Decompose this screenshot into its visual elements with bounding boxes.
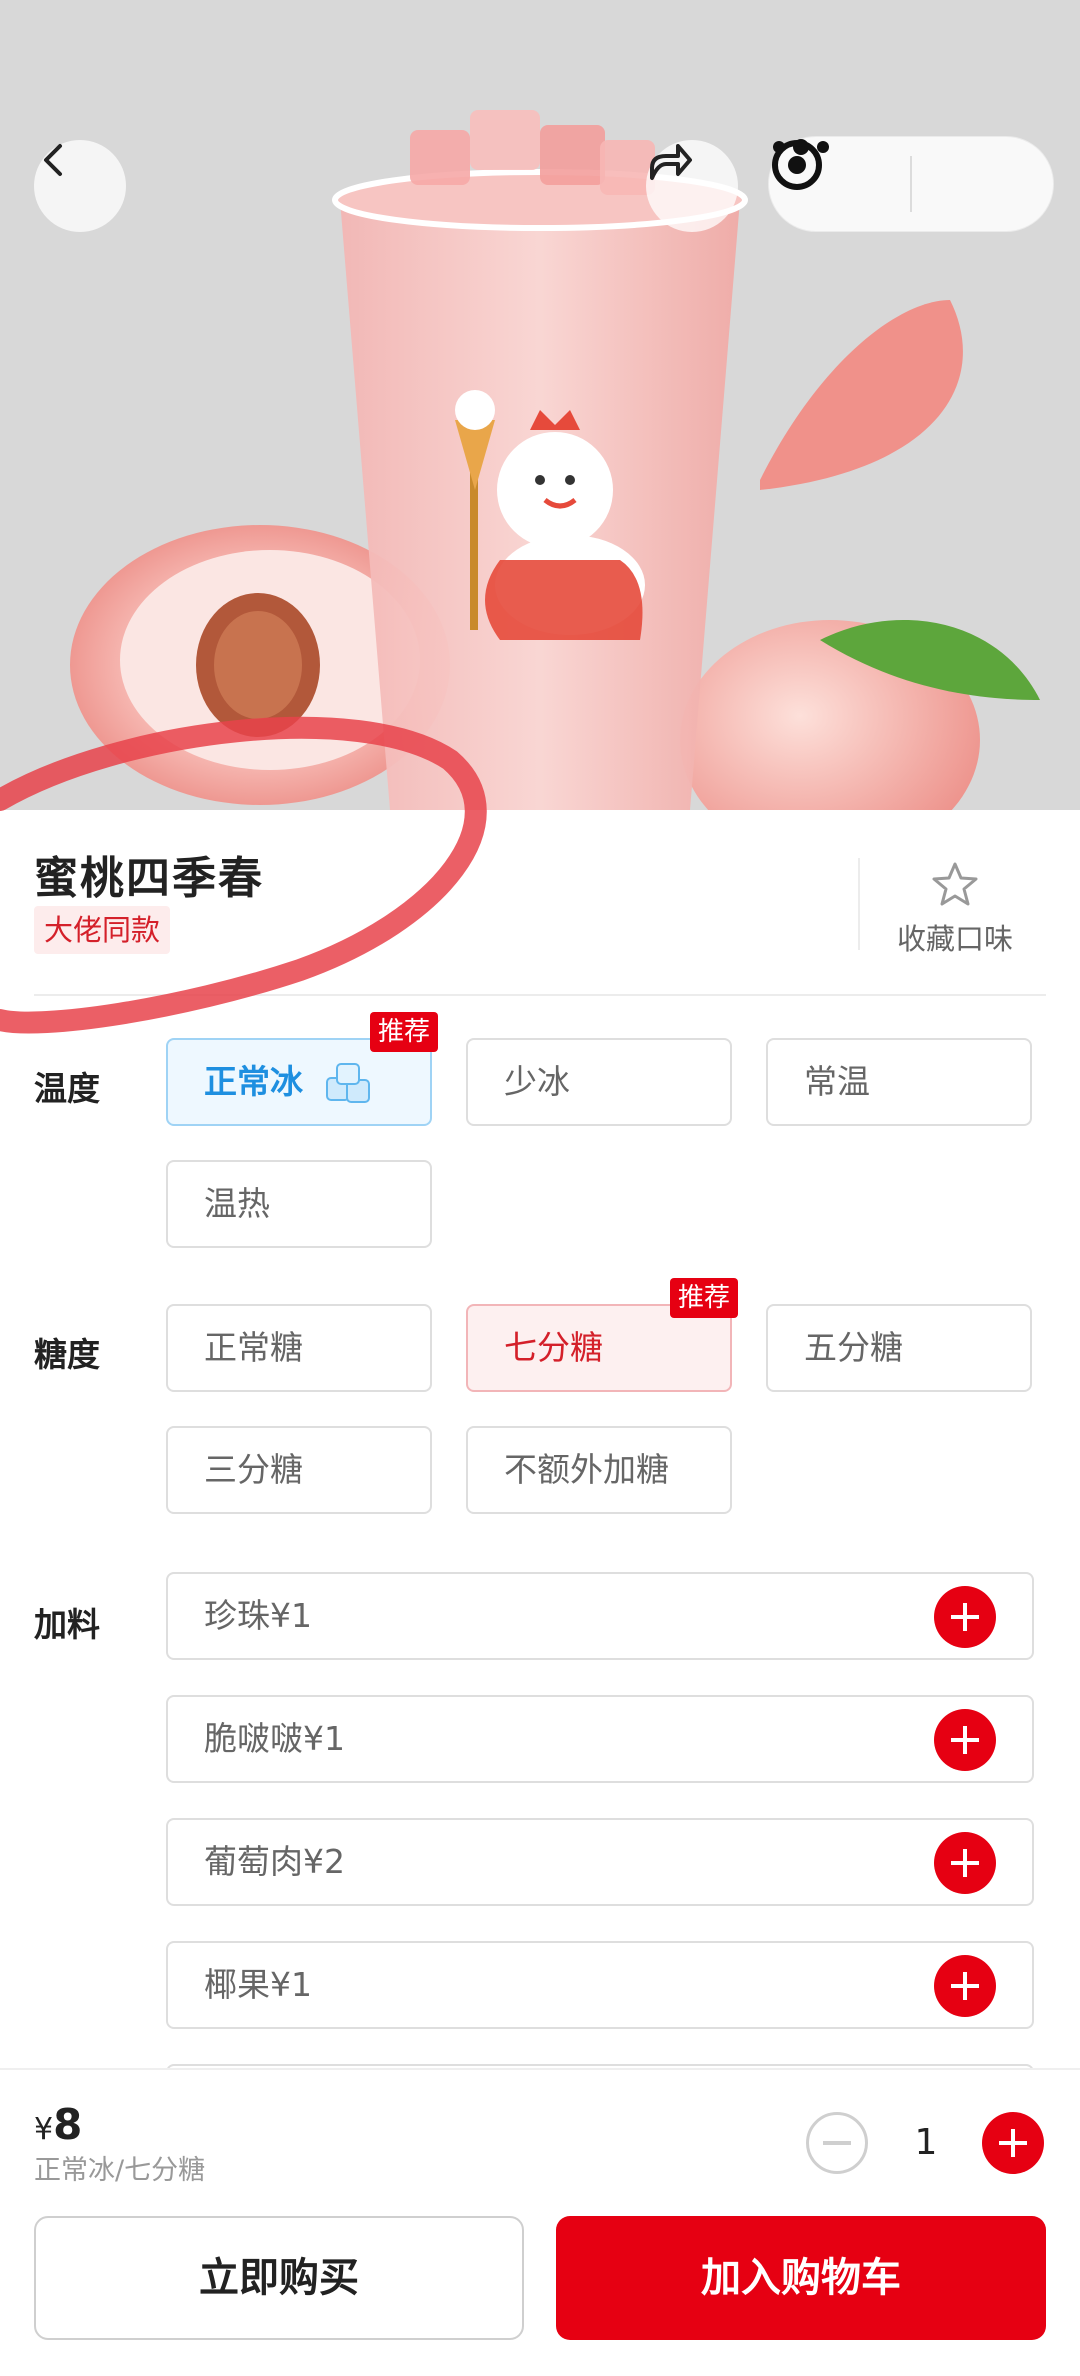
- temperature-option-normal-ice[interactable]: 正常冰 推荐: [166, 1012, 438, 1126]
- sugar-option-no-added[interactable]: 不额外加糖: [466, 1426, 732, 1514]
- sugar-option-50[interactable]: 五分糖: [766, 1304, 1032, 1392]
- currency-symbol: ¥: [34, 2112, 54, 2147]
- option-label: 正常冰: [204, 1062, 303, 1101]
- capsule-record-icon: [772, 140, 822, 190]
- product-detail-page: 蜜桃四季春 大佬同款 收藏口味 温度 正常冰 推荐 少冰 常温 温热 糖度 正常…: [0, 0, 1080, 2376]
- recommend-badge: 推荐: [669, 1278, 738, 1318]
- option-label: 七分糖: [504, 1328, 603, 1367]
- price: ¥8: [34, 2100, 82, 2149]
- sugar-label: 糖度: [34, 1335, 100, 1374]
- ice-cube-icon: [325, 1062, 370, 1103]
- mini-program-capsule: [768, 136, 1054, 232]
- sugar-option-30[interactable]: 三分糖: [166, 1426, 432, 1514]
- add-to-cart-button[interactable]: 加入购物车: [556, 2216, 1046, 2340]
- sugar-option-70[interactable]: 七分糖 推荐: [466, 1278, 738, 1392]
- favorite-label: 收藏口味: [896, 922, 1013, 956]
- temperature-option-room-temp[interactable]: 常温: [766, 1038, 1032, 1126]
- recommend-badge: 推荐: [369, 1012, 438, 1052]
- share-button[interactable]: [646, 140, 738, 232]
- star-icon: [932, 862, 978, 906]
- back-icon: [44, 144, 62, 176]
- topping-row: 脆啵啵¥1: [166, 1695, 1034, 1783]
- temperature-option-warm[interactable]: 温热: [166, 1160, 432, 1248]
- topping-label: 珍珠¥1: [204, 1596, 312, 1635]
- sugar-option-normal[interactable]: 正常糖: [166, 1304, 432, 1392]
- buy-now-button[interactable]: 立即购买: [34, 2216, 524, 2340]
- favorite-button[interactable]: 收藏口味: [880, 860, 1030, 958]
- plus-icon[interactable]: [934, 1709, 996, 1771]
- plus-icon[interactable]: [982, 2112, 1044, 2174]
- minus-icon[interactable]: [806, 2112, 868, 2174]
- plus-icon[interactable]: [934, 1832, 996, 1894]
- product-title: 蜜桃四季春: [34, 853, 264, 904]
- topping-row: 葡萄肉¥2: [166, 1818, 1034, 1906]
- quantity-value: 1: [914, 2122, 938, 2163]
- plus-icon[interactable]: [934, 1586, 996, 1648]
- favorite-divider: [858, 858, 860, 950]
- product-hero-image: [0, 0, 1080, 810]
- topping-label: 葡萄肉¥2: [204, 1842, 345, 1881]
- selected-spec: 正常冰/七分糖: [34, 2155, 206, 2186]
- back-button[interactable]: [34, 140, 126, 232]
- share-icon: [650, 144, 692, 180]
- product-tag: 大佬同款: [34, 906, 171, 954]
- temperature-label: 温度: [34, 1069, 100, 1108]
- topping-label: 椰果¥1: [204, 1965, 312, 2004]
- price-value: 8: [53, 2100, 83, 2149]
- drink-illustration: [0, 0, 1080, 810]
- close-mini-program-button[interactable]: [772, 137, 1053, 231]
- topping-label: 脆啵啵¥1: [204, 1719, 345, 1758]
- header-divider: [34, 994, 1046, 996]
- topping-row: 椰果¥1: [166, 1941, 1034, 2029]
- toppings-label: 加料: [34, 1605, 100, 1644]
- topping-row: 珍珠¥1: [166, 1572, 1034, 1660]
- plus-icon[interactable]: [934, 1955, 996, 2017]
- temperature-option-less-ice[interactable]: 少冰: [466, 1038, 732, 1126]
